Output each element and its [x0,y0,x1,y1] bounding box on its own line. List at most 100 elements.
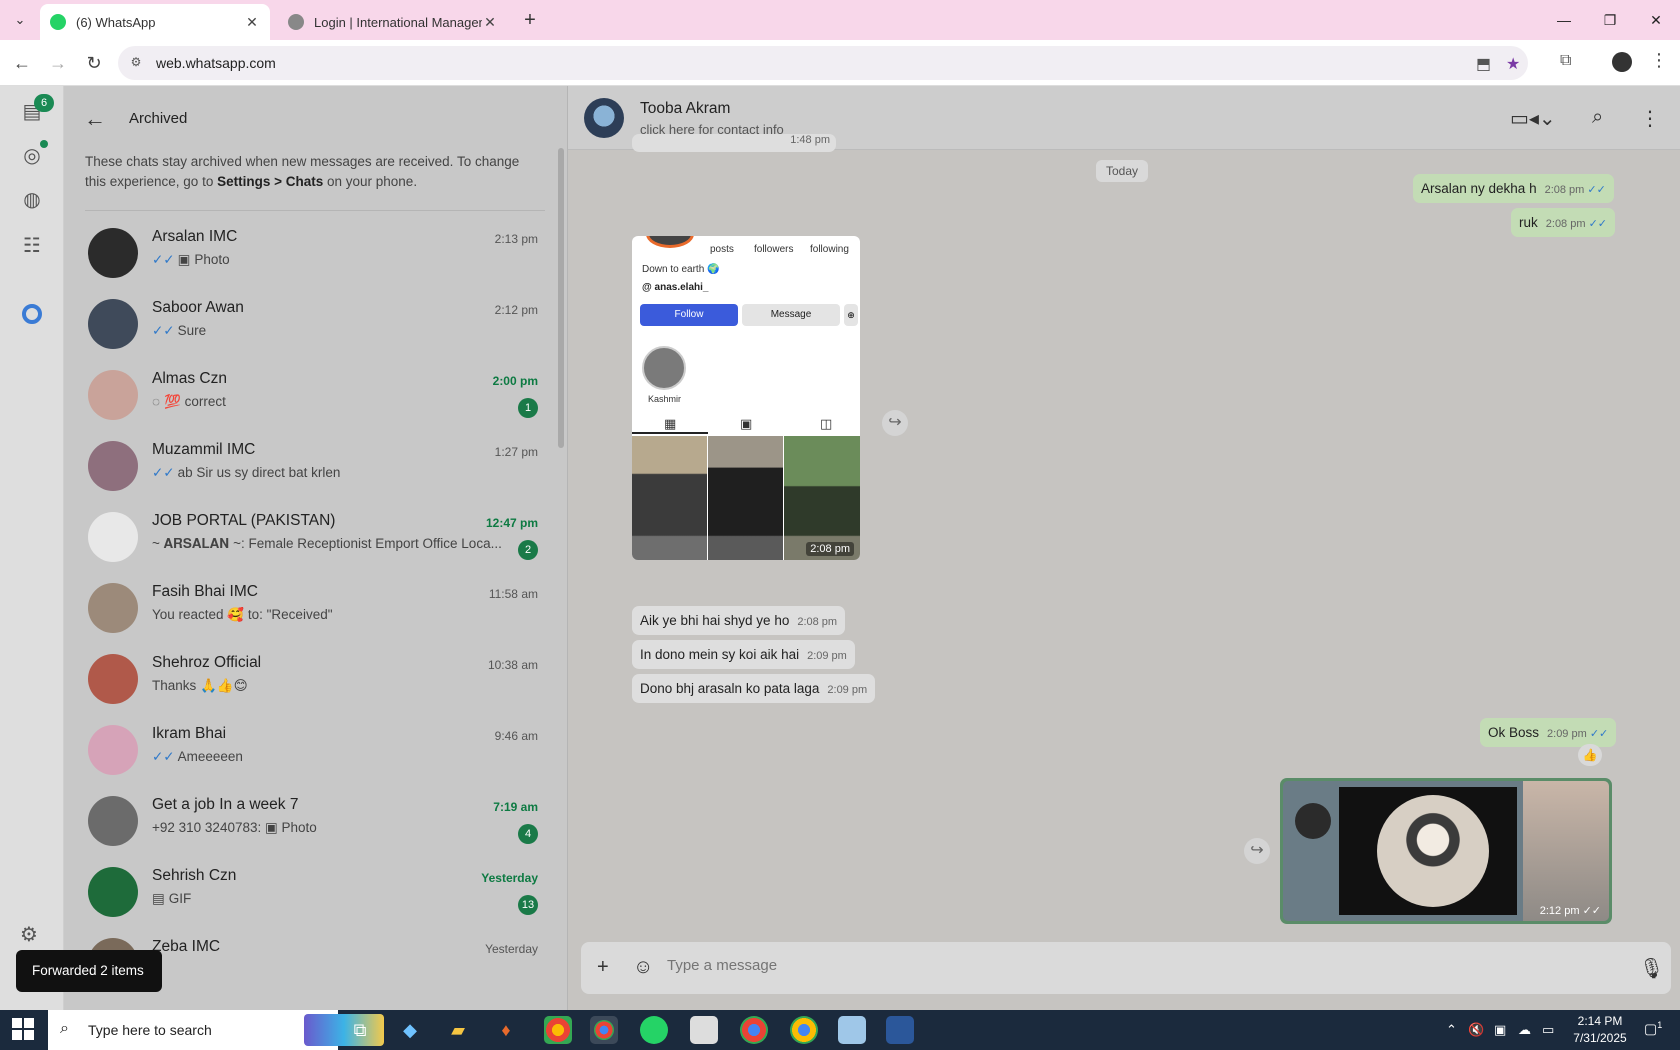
install-app-icon[interactable]: ⬒ [1476,54,1491,74]
bookmark-star-icon[interactable]: ★ [1506,54,1520,74]
message-bubble-out[interactable]: ruk 2:08 pm ✓✓ [1511,208,1616,237]
volume-muted-icon[interactable]: 🔇 [1468,1022,1484,1038]
avatar[interactable] [88,370,138,420]
chrome-profile-icon[interactable] [740,1016,768,1044]
close-tab-icon[interactable]: ✕ [482,14,498,31]
chat-time: 2:12 pm [494,303,538,317]
show-hidden-icons-icon[interactable]: ⌃ [1446,1022,1457,1038]
avatar[interactable] [88,654,138,704]
video-call-icon[interactable]: ▭◂⌄ [1510,106,1556,131]
chat-time: 7:19 am [493,800,538,814]
reaction-badge[interactable]: 👍 [1578,744,1602,766]
weather-icon[interactable]: ☁ [1518,1022,1531,1038]
emoji-sticker-icon[interactable]: ☺ [633,956,653,979]
message-bubble-in[interactable]: Dono bhj arasaln ko pata laga 2:09 pm [632,674,876,703]
avatar[interactable] [88,228,138,278]
thumbnail-side [1523,781,1609,921]
contact-avatar[interactable] [584,98,624,138]
menu-kebab-icon[interactable]: ⋮ [1640,106,1660,131]
media-type-icon: ◌ [152,394,161,409]
message-button-image: Message [742,304,840,326]
restore-icon[interactable]: ❐ [1598,8,1622,32]
chat-name: Ikram Bhai [152,725,227,742]
chat-list-item[interactable]: Muzammil IMC 1:27 pm ✓✓ ab Sir us sy direct… [64,429,558,505]
message-bubble-in[interactable]: Aik ye bhi hai shyd ye ho 2:08 pm [632,606,846,635]
avatar[interactable] [88,583,138,633]
message-input[interactable] [667,957,1567,974]
chats-unread-badge: 6 [34,94,54,112]
profile-avatar-icon[interactable] [1612,52,1632,72]
message-bubble-out[interactable]: Arsalan ny dekha h 2:08 pm ✓✓ [1413,174,1614,203]
chat-list-item[interactable]: JOB PORTAL (PAKISTAN) 12:47 pm ~ 𝐀𝐑𝐒𝐀𝐋𝐀𝐍 ~… [64,500,558,576]
unread-count-badge: 13 [518,895,538,915]
chat-name: Arsalan IMC [152,228,238,245]
contact-name[interactable]: Tooba Akram [640,100,730,118]
microphone-icon[interactable]: 🎙 [1639,956,1664,981]
forward-icon[interactable]: → [46,51,70,75]
message-bubble-out[interactable]: Ok Boss 2:09 pm ✓✓ [1480,718,1617,747]
app-icon[interactable]: ♦ [492,1016,520,1044]
chat-list-item[interactable]: Arsalan IMC 2:13 pm ✓✓ ▣ Photo [64,216,558,292]
chrome-active-icon[interactable] [590,1016,618,1044]
avatar[interactable] [88,867,138,917]
chrome-profile-icon[interactable] [790,1016,818,1044]
video-message[interactable]: 2:12 pm ✓✓ [1280,778,1612,924]
omnibox[interactable]: ⚙ web.whatsapp.com ⬒ ★ [118,46,1528,80]
close-tab-icon[interactable]: ✕ [244,14,260,31]
extensions-icon[interactable]: ⧉ [1560,52,1571,70]
message-bubble-in[interactable]: In dono mein sy koi aik hai 2:09 pm [632,640,855,669]
attach-plus-icon[interactable]: + [597,956,609,979]
site-info-icon[interactable]: ⚙ [128,55,144,71]
communities-icon[interactable]: ☷ [20,234,44,258]
camera-icon[interactable]: ▣ [1494,1022,1506,1038]
chat-list-item[interactable]: Fasih Bhai IMC 11:58 am You reacted 🥰 to: … [64,571,558,647]
chat-time: 2:00 pm [492,374,538,388]
clock-app-icon[interactable] [690,1016,718,1044]
new-tab-plus-icon[interactable]: + [518,8,542,32]
message-meta: 2:09 pm [827,684,867,696]
forward-icon[interactable]: ↪ [882,410,908,436]
image-message-instagram[interactable]: posts followers following Down to earth … [632,236,860,560]
close-window-icon[interactable]: ✕ [1644,8,1668,32]
network-icon[interactable]: ▭ [1542,1022,1554,1038]
search-icon[interactable]: ⌕ [1592,106,1603,129]
copilot-icon[interactable]: ◆ [396,1016,424,1044]
meta-ai-icon[interactable] [22,304,42,324]
avatar[interactable] [88,512,138,562]
reload-icon[interactable]: ↻ [82,51,106,75]
channels-icon[interactable]: ◍ [20,188,44,212]
file-explorer-icon[interactable]: ▰ [444,1016,472,1044]
minimize-icon[interactable]: — [1552,8,1576,32]
back-arrow-icon[interactable]: ← [84,106,106,132]
tab-login[interactable]: Login | International Manageme ✕ [278,4,508,40]
chat-list-item[interactable]: Ikram Bhai 9:46 am ✓✓ Ameeeeen [64,713,558,789]
avatar[interactable] [88,725,138,775]
browser-menu-icon[interactable]: ⋮ [1650,50,1668,71]
preview-text: GIF [168,891,192,906]
word-icon[interactable] [886,1016,914,1044]
notifications-icon[interactable]: ▢1 [1644,1020,1662,1038]
chat-list-item[interactable]: Saboor Awan 2:12 pm ✓✓ Sure [64,287,558,363]
notepad-icon[interactable] [838,1016,866,1044]
windows-start-icon[interactable] [12,1018,34,1040]
chat-list-item[interactable]: Shehroz Official 10:38 am Thanks 🙏👍😊 [64,642,558,718]
url-text[interactable]: web.whatsapp.com [156,55,276,71]
forward-icon[interactable]: ↪ [1244,838,1270,864]
whatsapp-icon[interactable] [640,1016,668,1044]
taskbar-search[interactable]: ⌕ Type here to search [48,1010,384,1050]
avatar[interactable] [88,441,138,491]
status-icon[interactable]: ◎ [20,144,44,168]
message-time: 2:08 pm [797,616,838,628]
task-view-icon[interactable]: ⧉ [346,1016,374,1044]
chrome-icon[interactable] [544,1016,572,1044]
chat-list-item[interactable]: Almas Czn 2:00 pm ◌ 💯 correct 1 [64,358,558,434]
avatar[interactable] [88,796,138,846]
tab-search-chevron-icon[interactable]: ⌄ [8,8,32,32]
chat-list-item[interactable]: Sehrish Czn Yesterday ▤ GIF 13 [64,855,558,931]
chat-list-item[interactable]: Get a job In a week 7 7:19 am +92 310 3240… [64,784,558,860]
back-icon[interactable]: ← [10,51,34,75]
system-clock[interactable]: 2:14 PM 7/31/2025 [1564,1013,1636,1047]
tab-whatsapp[interactable]: (6) WhatsApp ✕ [40,4,270,40]
settings-gear-icon[interactable]: ⚙ [20,922,38,947]
avatar[interactable] [88,299,138,349]
